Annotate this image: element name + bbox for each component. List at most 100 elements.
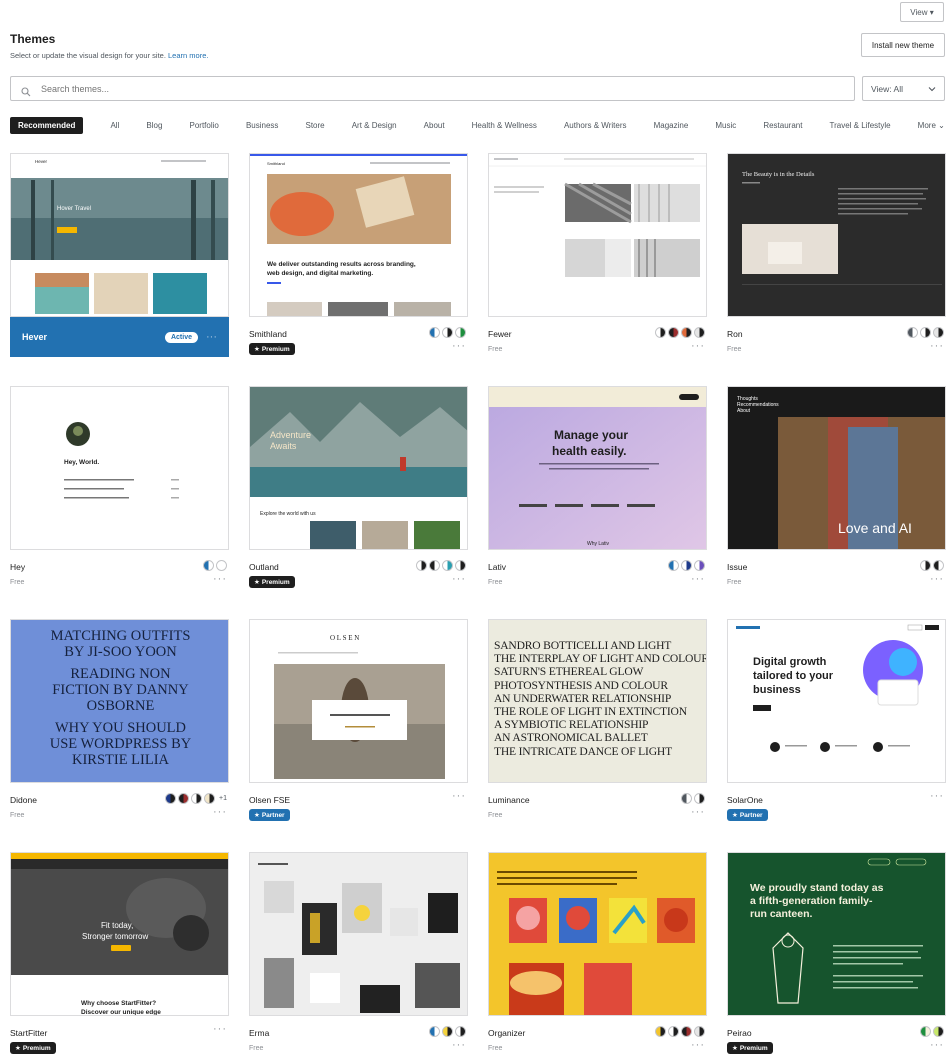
theme-name: Lativ — [488, 562, 506, 572]
style-swatch[interactable] — [655, 1026, 666, 1037]
tab-authors-writers[interactable]: Authors & Writers — [564, 117, 627, 134]
style-swatch[interactable] — [668, 560, 679, 571]
more-options-icon[interactable]: ··· — [691, 340, 705, 352]
search-input[interactable] — [41, 83, 741, 94]
more-options-icon[interactable]: ··· — [930, 1039, 944, 1051]
tab-business[interactable]: Business — [246, 117, 278, 134]
install-new-theme-button[interactable]: Install new theme — [861, 33, 945, 57]
chevron-down-icon — [928, 84, 936, 94]
style-swatch[interactable] — [442, 327, 453, 338]
style-swatch[interactable] — [442, 1026, 453, 1037]
style-swatch[interactable] — [203, 560, 214, 571]
more-options-icon[interactable]: ··· — [930, 790, 944, 802]
view-dropdown[interactable]: View ▾ — [900, 2, 944, 22]
theme-name: Fewer — [488, 329, 512, 339]
more-options-icon[interactable]: ··· — [691, 1039, 705, 1051]
more-options-icon[interactable]: ··· — [691, 573, 705, 585]
tab-recommended[interactable]: Recommended — [10, 116, 84, 134]
style-swatch[interactable] — [455, 560, 466, 571]
style-swatch[interactable] — [655, 327, 666, 338]
more-options-icon[interactable]: ··· — [452, 790, 466, 802]
style-swatch[interactable] — [694, 1026, 705, 1037]
style-swatch[interactable] — [694, 793, 705, 804]
style-swatch[interactable] — [681, 793, 692, 804]
tab-travel-lifestyle[interactable]: Travel & Lifestyle — [830, 117, 891, 134]
tab-more[interactable]: More ⌄ — [918, 117, 945, 134]
more-options-icon[interactable]: ··· — [452, 340, 466, 352]
tab-blog[interactable]: Blog — [146, 117, 162, 134]
learn-more-link[interactable]: Learn more. — [168, 51, 208, 60]
theme-preview[interactable] — [488, 852, 707, 1016]
theme-name: Luminance — [488, 795, 530, 805]
theme-preview[interactable]: Hey, World. — [10, 386, 229, 550]
style-swatch[interactable] — [933, 327, 944, 338]
more-options-icon[interactable]: ··· — [691, 806, 705, 818]
style-swatch[interactable] — [429, 560, 440, 571]
style-swatch[interactable] — [933, 1026, 944, 1037]
tab-music[interactable]: Music — [715, 117, 736, 134]
style-swatch[interactable] — [668, 327, 679, 338]
tab-portfolio[interactable]: Portfolio — [190, 117, 219, 134]
style-swatch[interactable] — [681, 327, 692, 338]
style-swatch[interactable] — [668, 1026, 679, 1037]
tab-art-design[interactable]: Art & Design — [352, 117, 397, 134]
tab-all[interactable]: All — [110, 117, 119, 134]
theme-preview[interactable] — [488, 153, 707, 317]
style-swatch[interactable] — [920, 560, 931, 571]
style-swatch[interactable] — [681, 560, 692, 571]
style-swatch[interactable] — [442, 560, 453, 571]
theme-preview[interactable]: The Beauty is in the Details — [727, 153, 946, 317]
style-swatch[interactable] — [165, 793, 177, 804]
style-swatch[interactable] — [907, 327, 918, 338]
tab-restaurant[interactable]: Restaurant — [763, 117, 802, 134]
theme-preview[interactable]: Hever Hover Travel — [10, 153, 229, 317]
style-swatch[interactable] — [204, 793, 216, 804]
theme-preview[interactable]: Smithland We deliver outstanding results… — [249, 153, 468, 317]
theme-preview[interactable]: Manage your health easily. Why Lativ — [488, 386, 707, 550]
page-title: Themes — [10, 32, 56, 46]
preview-post-title: AN ASTRONOMICAL BALLET — [494, 731, 648, 745]
style-swatch[interactable] — [694, 560, 705, 571]
style-swatch[interactable] — [429, 1026, 440, 1037]
theme-preview[interactable]: MATCHING OUTFITS BY JI-SOO YOON READING … — [10, 619, 229, 783]
preview-heading: Discover our unique edge — [81, 1009, 161, 1016]
tab-magazine[interactable]: Magazine — [654, 117, 689, 134]
style-swatch[interactable] — [933, 560, 944, 571]
tab-about[interactable]: About — [424, 117, 445, 134]
star-icon: ★ — [15, 1045, 21, 1052]
more-options-icon[interactable]: ··· — [213, 806, 227, 818]
style-swatch[interactable] — [416, 560, 427, 571]
theme-preview[interactable]: Fit today, Stronger tomorrow Why choose … — [10, 852, 229, 1016]
more-options-icon[interactable]: ··· — [213, 1023, 227, 1035]
theme-preview[interactable]: Adventure Awaits Explore the world with … — [249, 386, 468, 550]
style-swatch[interactable] — [191, 793, 203, 804]
theme-preview[interactable]: O L S E N — [249, 619, 468, 783]
search-box[interactable] — [10, 76, 855, 101]
preview-post-title: MATCHING OUTFITS — [50, 628, 191, 644]
style-swatch[interactable] — [455, 1026, 466, 1037]
style-swatch[interactable] — [920, 327, 931, 338]
preview-post-title: AN UNDERWATER RELATIONSHIP — [494, 691, 672, 705]
style-swatch[interactable] — [429, 327, 440, 338]
theme-preview[interactable]: We proudly stand today as a fifth-genera… — [727, 852, 946, 1016]
more-options-icon[interactable]: ··· — [452, 573, 466, 585]
preview-headline: We proudly stand today as — [750, 882, 884, 894]
theme-preview[interactable]: Digital growth tailored to your business — [727, 619, 946, 783]
style-swatch[interactable] — [455, 327, 466, 338]
more-options-icon[interactable]: ··· — [930, 340, 944, 352]
style-swatch[interactable] — [681, 1026, 692, 1037]
theme-preview[interactable]: Thoughts Recommendations About Love and … — [727, 386, 946, 550]
style-swatch[interactable] — [178, 793, 190, 804]
theme-preview[interactable] — [249, 852, 468, 1016]
more-options-icon[interactable]: ··· — [452, 1039, 466, 1051]
theme-preview[interactable]: SANDRO BOTTICELLI AND LIGHT THE INTERPLA… — [488, 619, 707, 783]
style-swatch[interactable] — [694, 327, 705, 338]
more-options-icon[interactable]: ··· — [213, 573, 227, 585]
style-swatch[interactable] — [920, 1026, 931, 1037]
style-swatch[interactable] — [216, 560, 227, 571]
view-filter-select[interactable]: View: All — [862, 76, 945, 101]
more-options-icon[interactable]: ··· — [206, 331, 217, 343]
tab-store[interactable]: Store — [305, 117, 324, 134]
tab-health-wellness[interactable]: Health & Wellness — [472, 117, 537, 134]
more-options-icon[interactable]: ··· — [930, 573, 944, 585]
